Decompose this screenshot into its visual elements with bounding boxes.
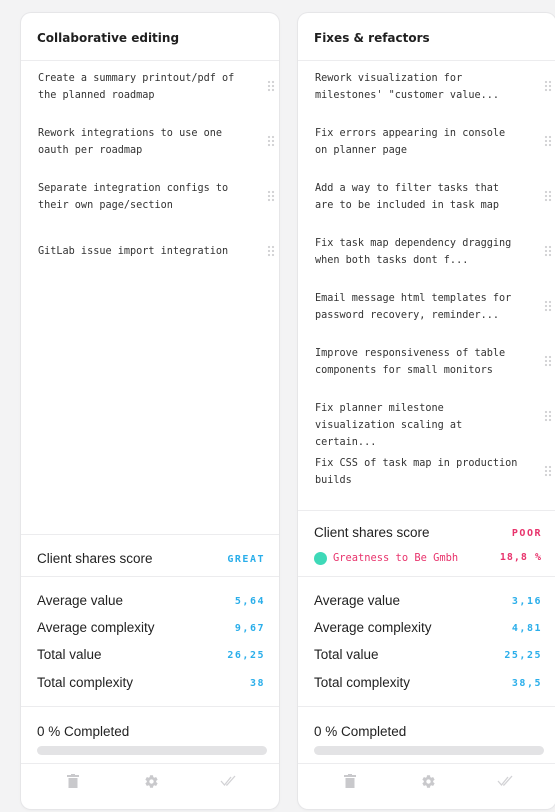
task-card[interactable]: Fix task map dependency dragging when bo… — [315, 235, 552, 269]
average-complexity-value: 4,81 — [511, 623, 542, 634]
trash-icon[interactable] — [61, 769, 85, 793]
client-shares-score-label: Client shares score — [314, 525, 430, 540]
task-title: Fix planner milestone visualization scal… — [315, 403, 463, 448]
task-card[interactable]: Separate integration configs to their ow… — [38, 180, 275, 214]
average-value-label: Average value — [37, 593, 124, 608]
client-share-row: Greatness to Be Gmbh 18,8 % — [314, 551, 542, 567]
gear-icon[interactable] — [416, 769, 440, 793]
total-value-label: Total value — [37, 647, 102, 662]
divider — [298, 576, 555, 577]
divider — [298, 763, 555, 764]
total-complexity-label: Total complexity — [314, 675, 411, 690]
drag-handle-icon[interactable] — [267, 80, 275, 92]
average-complexity-label: Average complexity — [314, 620, 432, 635]
task-title: Rework visualization for milestones' "cu… — [315, 73, 500, 101]
drag-handle-icon[interactable] — [544, 245, 552, 257]
divider — [21, 706, 279, 707]
drag-handle-icon[interactable] — [544, 355, 552, 367]
divider — [21, 534, 279, 535]
drag-handle-icon[interactable] — [267, 190, 275, 202]
client-shares-score-value: POOR — [511, 528, 542, 539]
total-complexity-value: 38,5 — [511, 678, 542, 689]
trash-icon[interactable] — [338, 769, 362, 793]
client-name: Greatness to Be Gmbh — [333, 552, 459, 564]
divider — [298, 510, 555, 511]
total-value-label: Total value — [314, 647, 379, 662]
task-title: Fix errors appearing in console on plann… — [315, 128, 506, 156]
drag-handle-icon[interactable] — [267, 245, 275, 257]
average-value-label: Average value — [314, 593, 401, 608]
progress-bar — [37, 746, 267, 755]
task-card[interactable]: Improve responsiveness of table componen… — [315, 345, 552, 379]
task-title: Fix CSS of task map in production builds — [315, 458, 518, 486]
task-title: Rework integrations to use one oauth per… — [38, 128, 223, 156]
task-card[interactable]: Fix CSS of task map in production builds — [315, 455, 552, 489]
divider — [21, 763, 279, 764]
divider — [21, 576, 279, 577]
double-check-icon[interactable] — [217, 769, 241, 793]
task-card[interactable]: Fix planner milestone visualization scal… — [315, 400, 552, 451]
task-card[interactable]: Fix errors appearing in console on plann… — [315, 125, 552, 159]
drag-handle-icon[interactable] — [544, 465, 552, 477]
progress-label: 0 % Completed — [314, 724, 407, 739]
drag-handle-icon[interactable] — [544, 80, 552, 92]
task-card[interactable]: Rework integrations to use one oauth per… — [38, 125, 275, 159]
average-complexity-label: Average complexity — [37, 620, 155, 635]
client-share-percent: 18,8 % — [499, 552, 542, 563]
drag-handle-icon[interactable] — [544, 135, 552, 147]
client-shares-score-label: Client shares score — [37, 551, 153, 566]
divider — [298, 706, 555, 707]
average-complexity-value: 9,67 — [234, 623, 265, 634]
double-check-icon[interactable] — [494, 769, 518, 793]
gear-icon[interactable] — [139, 769, 163, 793]
task-card[interactable]: Rework visualization for milestones' "cu… — [315, 70, 552, 104]
column-title: Fixes & refactors — [314, 31, 430, 45]
task-card[interactable]: Add a way to filter tasks that are to be… — [315, 180, 552, 214]
task-title: Add a way to filter tasks that are to be… — [315, 183, 500, 211]
average-value-value: 3,16 — [511, 596, 542, 607]
progress-bar — [314, 746, 544, 755]
average-value-value: 5,64 — [234, 596, 265, 607]
task-title: Email message html templates for passwor… — [315, 293, 512, 321]
client-shares-score-value: GREAT — [227, 554, 265, 565]
column-header: Fixes & refactors — [298, 13, 555, 61]
task-title: Separate integration configs to their ow… — [38, 183, 229, 211]
column-title: Collaborative editing — [37, 31, 180, 45]
task-title: Improve responsiveness of table componen… — [315, 348, 506, 376]
drag-handle-icon[interactable] — [267, 135, 275, 147]
drag-handle-icon[interactable] — [544, 410, 552, 422]
task-title: Create a summary printout/pdf of the pla… — [38, 73, 235, 101]
task-card[interactable]: GitLab issue import integration — [38, 243, 275, 260]
task-title: GitLab issue import integration — [38, 246, 229, 257]
total-value-value: 25,25 — [504, 650, 542, 661]
drag-handle-icon[interactable] — [544, 190, 552, 202]
total-complexity-value: 38 — [249, 678, 265, 689]
task-title: Fix task map dependency dragging when bo… — [315, 238, 512, 266]
roadmap-column-card: Collaborative editing Create a summary p… — [21, 13, 279, 809]
total-complexity-label: Total complexity — [37, 675, 134, 690]
drag-handle-icon[interactable] — [544, 300, 552, 312]
column-header: Collaborative editing — [21, 13, 279, 61]
roadmap-column-card: Fixes & refactors Rework visualization f… — [298, 13, 555, 809]
total-value-value: 26,25 — [227, 650, 265, 661]
task-card[interactable]: Create a summary printout/pdf of the pla… — [38, 70, 275, 104]
task-card[interactable]: Email message html templates for passwor… — [315, 290, 552, 324]
progress-label: 0 % Completed — [37, 724, 130, 739]
client-color-dot — [314, 552, 327, 565]
